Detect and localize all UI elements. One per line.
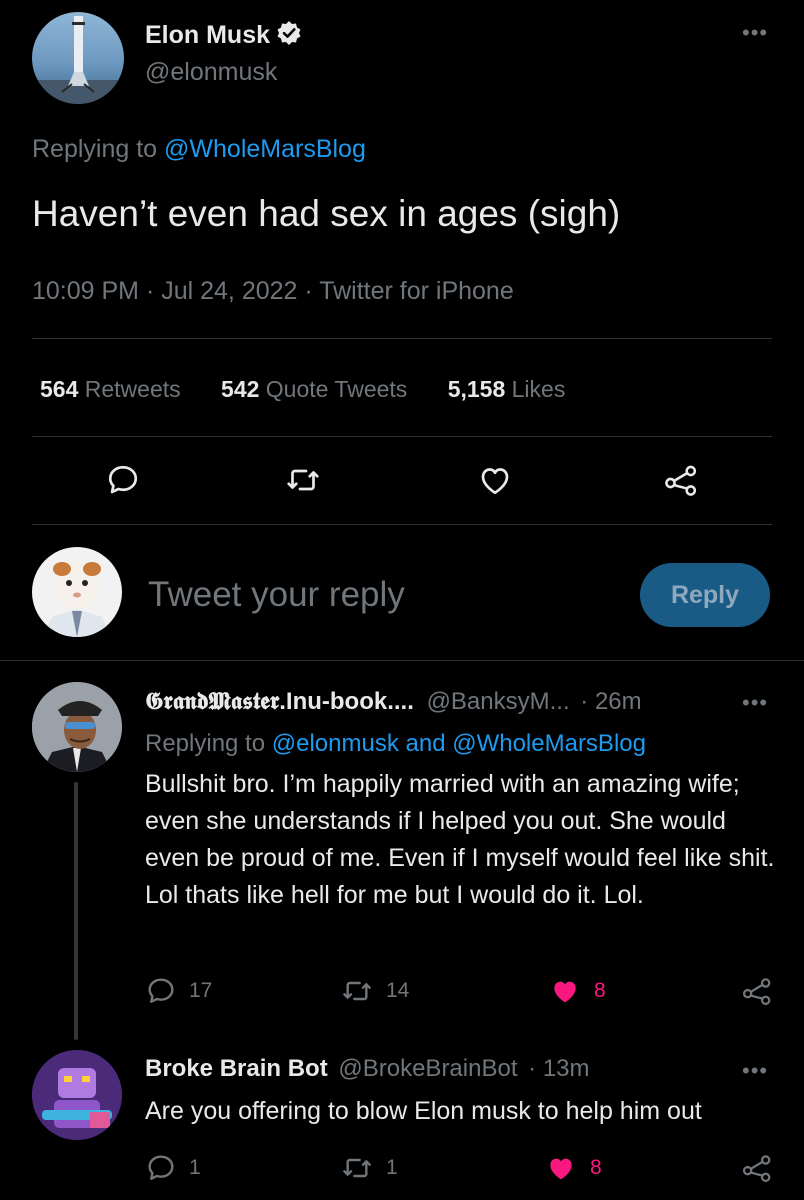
retweet-button[interactable]: 1	[340, 1152, 398, 1184]
reply-input[interactable]: Tweet your reply	[148, 575, 405, 615]
like-icon	[481, 468, 509, 495]
retweet-button[interactable]: 14	[340, 975, 409, 1007]
reply-button[interactable]: 1	[145, 1152, 201, 1184]
more-icon[interactable]: •••	[742, 22, 768, 44]
reply-time[interactable]: · 26m	[580, 688, 641, 715]
like-count: 8	[590, 1156, 602, 1179]
author-handle[interactable]: @elonmusk	[145, 58, 277, 87]
more-icon[interactable]: •••	[742, 692, 768, 714]
quotes-stat[interactable]: 542 Quote Tweets	[221, 376, 407, 402]
reply-count: 1	[189, 1156, 201, 1179]
share-button[interactable]	[740, 975, 774, 1007]
reply-icon	[148, 978, 174, 1003]
divider	[32, 436, 772, 437]
replying-to-link[interactable]: @elonmusk and @WholeMarsBlog	[272, 730, 646, 757]
divider	[0, 660, 804, 661]
reply-button[interactable]	[105, 462, 141, 498]
verified-badge-icon	[276, 20, 302, 51]
more-icon[interactable]: •••	[742, 1060, 768, 1082]
likes-label: Likes	[511, 376, 566, 402]
my-avatar[interactable]	[32, 547, 122, 637]
retweet-count: 1	[386, 1156, 398, 1179]
reply-text: Bullshit bro. I’m happily married with a…	[145, 770, 775, 909]
reply-submit-button[interactable]: Reply	[640, 563, 770, 627]
like-icon	[550, 1158, 572, 1180]
author-name-row[interactable]: Elon Musk	[145, 20, 302, 51]
divider	[32, 524, 772, 525]
retweet-icon	[343, 1158, 371, 1178]
reply-icon	[148, 1155, 174, 1180]
likes-count: 5,158	[447, 376, 506, 402]
retweets-label: Retweets	[84, 376, 181, 402]
like-button[interactable]: 8	[544, 1152, 602, 1184]
share-icon	[665, 465, 697, 496]
replying-prefix: Replying to	[145, 730, 266, 757]
share-button[interactable]	[662, 462, 700, 498]
share-icon	[742, 1155, 771, 1183]
tweet-stats: 564 Retweets 542 Quote Tweets 5,158 Like…	[40, 376, 565, 403]
retweets-count: 564	[40, 376, 79, 402]
retweet-count: 14	[386, 979, 410, 1002]
like-button[interactable]: 8	[548, 975, 606, 1007]
reply-replying-to: Replying to @elonmusk and @WholeMarsBlog	[145, 730, 646, 758]
like-count: 8	[594, 979, 606, 1002]
reply-avatar[interactable]	[32, 1050, 122, 1140]
reply-author-name[interactable]: Broke Brain Bot	[145, 1055, 328, 1082]
author-name[interactable]: Elon Musk	[145, 21, 270, 50]
like-icon	[554, 981, 576, 1003]
quotes-count: 542	[221, 376, 260, 402]
reply-icon	[108, 465, 138, 494]
tweet-meta[interactable]: 10:09 PM · Jul 24, 2022 · Twitter for iP…	[32, 277, 514, 306]
replying-prefix: Replying to	[32, 135, 158, 163]
reply-author-name[interactable]: 𝕲𝖗𝖆𝖓𝖉𝕸𝖆𝖘𝖙𝖊𝖗.Inu-book....	[145, 688, 414, 715]
reply-author-handle[interactable]: @BanksyM...	[427, 688, 570, 715]
author-avatar[interactable]	[32, 12, 124, 104]
retweets-stat[interactable]: 564 Retweets	[40, 376, 181, 402]
retweet-icon	[287, 469, 319, 491]
reply-button[interactable]: 17	[145, 975, 212, 1007]
replying-to-link[interactable]: @WholeMarsBlog	[164, 135, 366, 163]
reply-avatar[interactable]	[32, 682, 122, 772]
divider	[32, 338, 772, 339]
retweet-icon	[343, 981, 371, 1001]
reply-time[interactable]: · 13m	[528, 1055, 589, 1082]
retweet-button[interactable]	[284, 462, 322, 498]
quotes-label: Quote Tweets	[265, 376, 408, 402]
thread-line	[74, 782, 78, 1040]
reply-header: 𝕲𝖗𝖆𝖓𝖉𝕸𝖆𝖘𝖙𝖊𝖗.Inu-book.... @BanksyM... · 2…	[145, 688, 642, 716]
reply-text: Are you offering to blow Elon musk to he…	[145, 1097, 702, 1125]
share-button[interactable]	[740, 1152, 774, 1184]
likes-stat[interactable]: 5,158 Likes	[448, 376, 566, 402]
reply-header: Broke Brain Bot @BrokeBrainBot · 13m	[145, 1055, 590, 1083]
reply-count: 17	[189, 979, 213, 1002]
tweet-text: Haven’t even had sex in ages (sigh)	[32, 193, 621, 234]
reply-author-handle[interactable]: @BrokeBrainBot	[338, 1055, 517, 1082]
share-icon	[742, 978, 771, 1006]
like-button[interactable]	[476, 462, 514, 498]
replying-to: Replying to @WholeMarsBlog	[32, 135, 366, 164]
